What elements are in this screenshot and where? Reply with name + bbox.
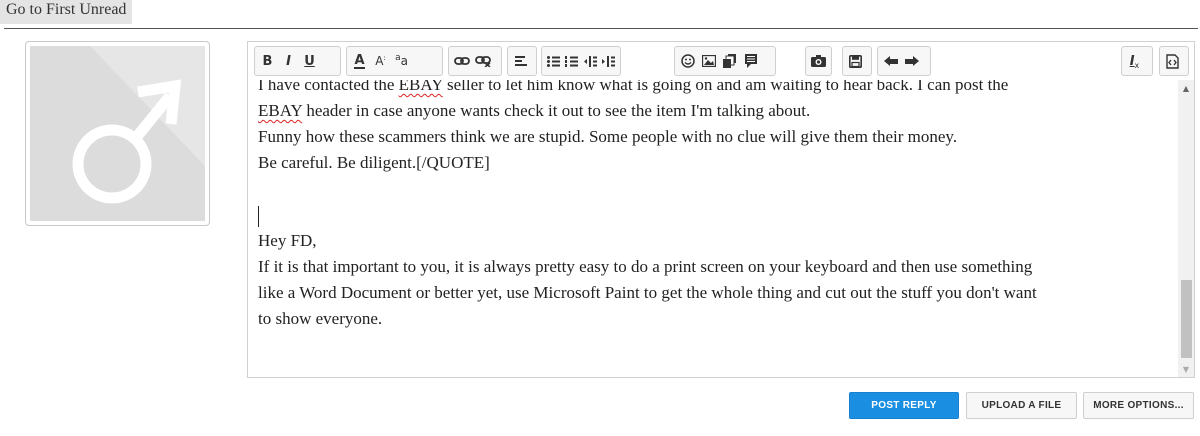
toolbar-group-insert (674, 46, 776, 76)
editor-line: Hey FD, (258, 231, 317, 250)
font-family-button[interactable]: aa (391, 49, 412, 73)
bullet-list-icon[interactable] (544, 49, 563, 73)
numbered-list-icon[interactable] (563, 49, 582, 73)
editor-line-cursor (258, 202, 1168, 228)
toolbar-group-save (842, 46, 872, 76)
editor-content-area[interactable]: I have contacted the EBAY seller to let … (248, 80, 1178, 377)
scroll-up-arrow-icon[interactable]: ▲ (1178, 80, 1194, 96)
editor-line: I have contacted the EBAY seller to let … (258, 80, 1168, 98)
bold-button[interactable]: B (257, 49, 278, 73)
post-reply-button[interactable]: POST REPLY (849, 392, 959, 419)
go-to-first-unread-link[interactable]: Go to First Unread (0, 0, 133, 24)
toolbar-group-camera (805, 46, 832, 76)
avatar[interactable] (25, 41, 210, 226)
underline-button[interactable]: U (299, 49, 320, 73)
save-draft-icon[interactable] (845, 49, 866, 73)
misspelled-word[interactable]: EBAY (399, 80, 443, 94)
italic-button[interactable]: I (278, 49, 299, 73)
editor-line: Funny how these scammers think we are st… (258, 127, 958, 146)
toolbar-group-bbcode (1159, 46, 1189, 76)
misspelled-word[interactable]: EBAY (258, 101, 302, 120)
undo-icon[interactable] (880, 49, 901, 73)
image-icon[interactable] (698, 49, 719, 73)
editor-toolbar: B I U A A: aa I x (248, 42, 1194, 80)
camera-icon[interactable] (808, 49, 829, 73)
more-options-button[interactable]: MORE OPTIONS... (1083, 392, 1194, 419)
toolbar-group-history (877, 46, 931, 76)
smiley-icon[interactable] (677, 49, 698, 73)
upload-file-button[interactable]: UPLOAD A FILE (966, 392, 1077, 419)
toolbar-group-align (507, 46, 537, 76)
text-caret (258, 205, 259, 227)
editor-line: Be careful. Be diligent.[/QUOTE] (258, 153, 490, 172)
font-color-button[interactable]: A (349, 49, 370, 73)
male-symbol-icon (30, 46, 205, 221)
scroll-down-arrow-icon[interactable]: ▼ (1178, 361, 1194, 377)
remove-formatting-button[interactable]: Ix (1124, 49, 1145, 73)
divider (4, 28, 1198, 29)
media-icon[interactable] (719, 49, 740, 73)
reply-editor[interactable]: B I U A A: aa I x I have contacted the E… (247, 41, 1195, 378)
editor-line: to show everyone. (258, 309, 383, 328)
redo-icon[interactable] (901, 49, 922, 73)
editor-line: If it is that important to you, it is al… (258, 257, 1033, 276)
link-icon[interactable] (451, 49, 472, 73)
editor-line: like a Word Document or better yet, use … (258, 283, 1037, 302)
editor-scrollbar[interactable]: ▲ ▼ (1178, 80, 1194, 377)
toolbar-group-lists (541, 46, 621, 76)
quote-icon[interactable] (740, 49, 761, 73)
toolbar-group-clear: Ix (1121, 46, 1153, 76)
align-icon[interactable] (510, 49, 531, 73)
indent-icon[interactable] (600, 49, 619, 73)
toolbar-group-style: B I U (254, 46, 341, 76)
font-size-button[interactable]: A: (370, 49, 391, 73)
toolbar-group-links (448, 46, 502, 76)
scroll-thumb[interactable] (1181, 280, 1192, 358)
bbcode-toggle-icon[interactable] (1162, 49, 1183, 73)
unlink-icon[interactable] (472, 49, 493, 73)
editor-line: EBAY header in case anyone wants check i… (258, 101, 811, 120)
outdent-icon[interactable] (581, 49, 600, 73)
toolbar-group-font: A A: aa (346, 46, 443, 76)
